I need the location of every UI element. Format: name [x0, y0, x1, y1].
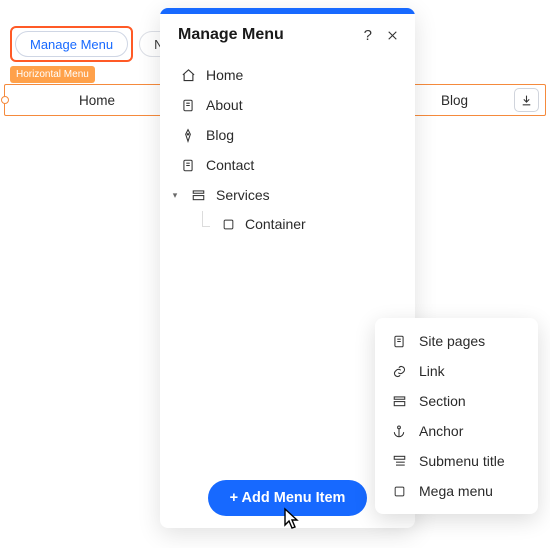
popover-option-label: Submenu title [419, 453, 505, 469]
download-button[interactable] [514, 88, 539, 112]
submenu-item-container[interactable]: Container [170, 210, 405, 238]
anchor-icon [391, 424, 407, 439]
menu-item-home[interactable]: Home [170, 60, 405, 90]
add-menu-item-button[interactable]: + Add Menu Item [208, 480, 368, 516]
page-icon [180, 98, 196, 113]
menu-item-services[interactable]: ▾ Services [170, 180, 405, 210]
menu-item-label: Blog [206, 127, 234, 143]
menu-item-label: Home [206, 67, 243, 83]
menu-item-blog[interactable]: Blog [170, 120, 405, 150]
close-icon [386, 29, 399, 42]
popover-option-section[interactable]: Section [375, 386, 538, 416]
panel-header: Manage Menu ? [160, 14, 415, 54]
popover-option-link[interactable]: Link [375, 356, 538, 386]
popover-option-mega-menu[interactable]: Mega menu [375, 476, 538, 506]
menu-item-contact[interactable]: Contact [170, 150, 405, 180]
popover-option-label: Anchor [419, 423, 463, 439]
square-icon [391, 485, 407, 498]
chevron-down-icon[interactable]: ▾ [170, 190, 180, 201]
pen-icon [180, 128, 196, 143]
popover-option-label: Mega menu [419, 483, 493, 499]
manage-menu-chip[interactable]: Manage Menu [15, 31, 128, 57]
popover-option-anchor[interactable]: Anchor [375, 416, 538, 446]
menu-item-about[interactable]: About [170, 90, 405, 120]
submenu-item-label: Container [245, 216, 306, 232]
page-icon [391, 334, 407, 349]
page-icon [180, 158, 196, 173]
download-icon [520, 94, 533, 107]
popover-option-label: Section [419, 393, 466, 409]
popover-option-site-pages[interactable]: Site pages [375, 326, 538, 356]
square-icon [222, 218, 235, 231]
horizontal-menu-item-home[interactable]: Home [79, 93, 115, 108]
popover-option-label: Link [419, 363, 445, 379]
section-icon [190, 188, 206, 202]
close-button[interactable] [386, 29, 399, 42]
submenu-icon [391, 454, 407, 468]
add-menu-item-popover: Site pages Link Section Anchor Submenu t… [375, 318, 538, 514]
manage-menu-highlight: Manage Menu [10, 26, 133, 62]
menu-item-label: Contact [206, 157, 254, 173]
panel-title: Manage Menu [178, 26, 284, 44]
menu-item-label: Services [216, 187, 270, 203]
menu-item-label: About [206, 97, 243, 113]
section-icon [391, 394, 407, 408]
panel-body: Home About Blog Contact ▾ Services [160, 54, 415, 238]
help-button[interactable]: ? [364, 27, 372, 44]
horizontal-menu-item-blog[interactable]: Blog [441, 93, 468, 108]
selection-handle-icon[interactable] [1, 96, 9, 104]
link-icon [391, 364, 407, 379]
popover-option-label: Site pages [419, 333, 485, 349]
home-icon [180, 68, 196, 83]
tree-guide-icon [202, 211, 210, 227]
popover-option-submenu-title[interactable]: Submenu title [375, 446, 538, 476]
horizontal-menu-badge: Horizontal Menu [10, 66, 95, 83]
